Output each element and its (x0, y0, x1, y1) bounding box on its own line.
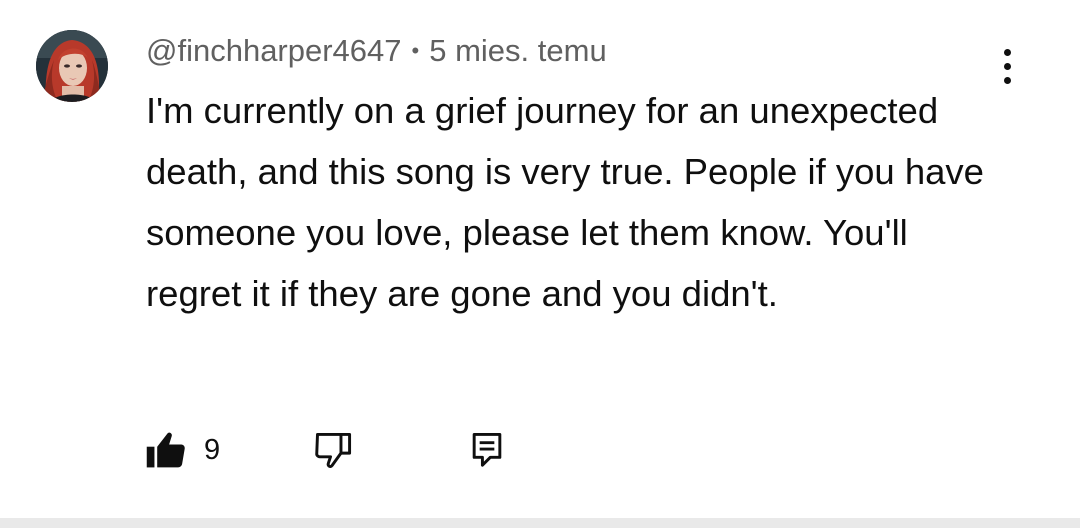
comment-author[interactable]: @finchharper4647 (146, 33, 402, 69)
comment-timestamp[interactable]: 5 mies. temu (429, 33, 606, 69)
more-options-button[interactable] (985, 42, 1029, 90)
like-button[interactable]: 9 (144, 425, 220, 475)
more-vertical-icon-dot (1003, 76, 1011, 84)
like-count: 9 (204, 433, 221, 466)
comment-text: I'm currently on a grief journey for an … (146, 90, 984, 314)
comment-item: @finchharper4647 • 5 mies. temu I'm curr… (0, 0, 1080, 518)
section-divider (0, 518, 1080, 528)
comment-icon (472, 432, 502, 467)
avatar[interactable] (36, 30, 108, 102)
thumbs-up-filled-icon (146, 432, 185, 468)
more-vertical-icon (1003, 48, 1011, 56)
avatar-image (36, 30, 108, 102)
meta-separator: • (411, 38, 420, 63)
comment-header: @finchharper4647 • 5 mies. temu (146, 30, 607, 72)
thumbs-down-icon (315, 432, 352, 468)
reply-button[interactable] (465, 425, 509, 475)
dislike-button[interactable] (312, 425, 356, 475)
more-vertical-icon-dot (1003, 62, 1011, 70)
